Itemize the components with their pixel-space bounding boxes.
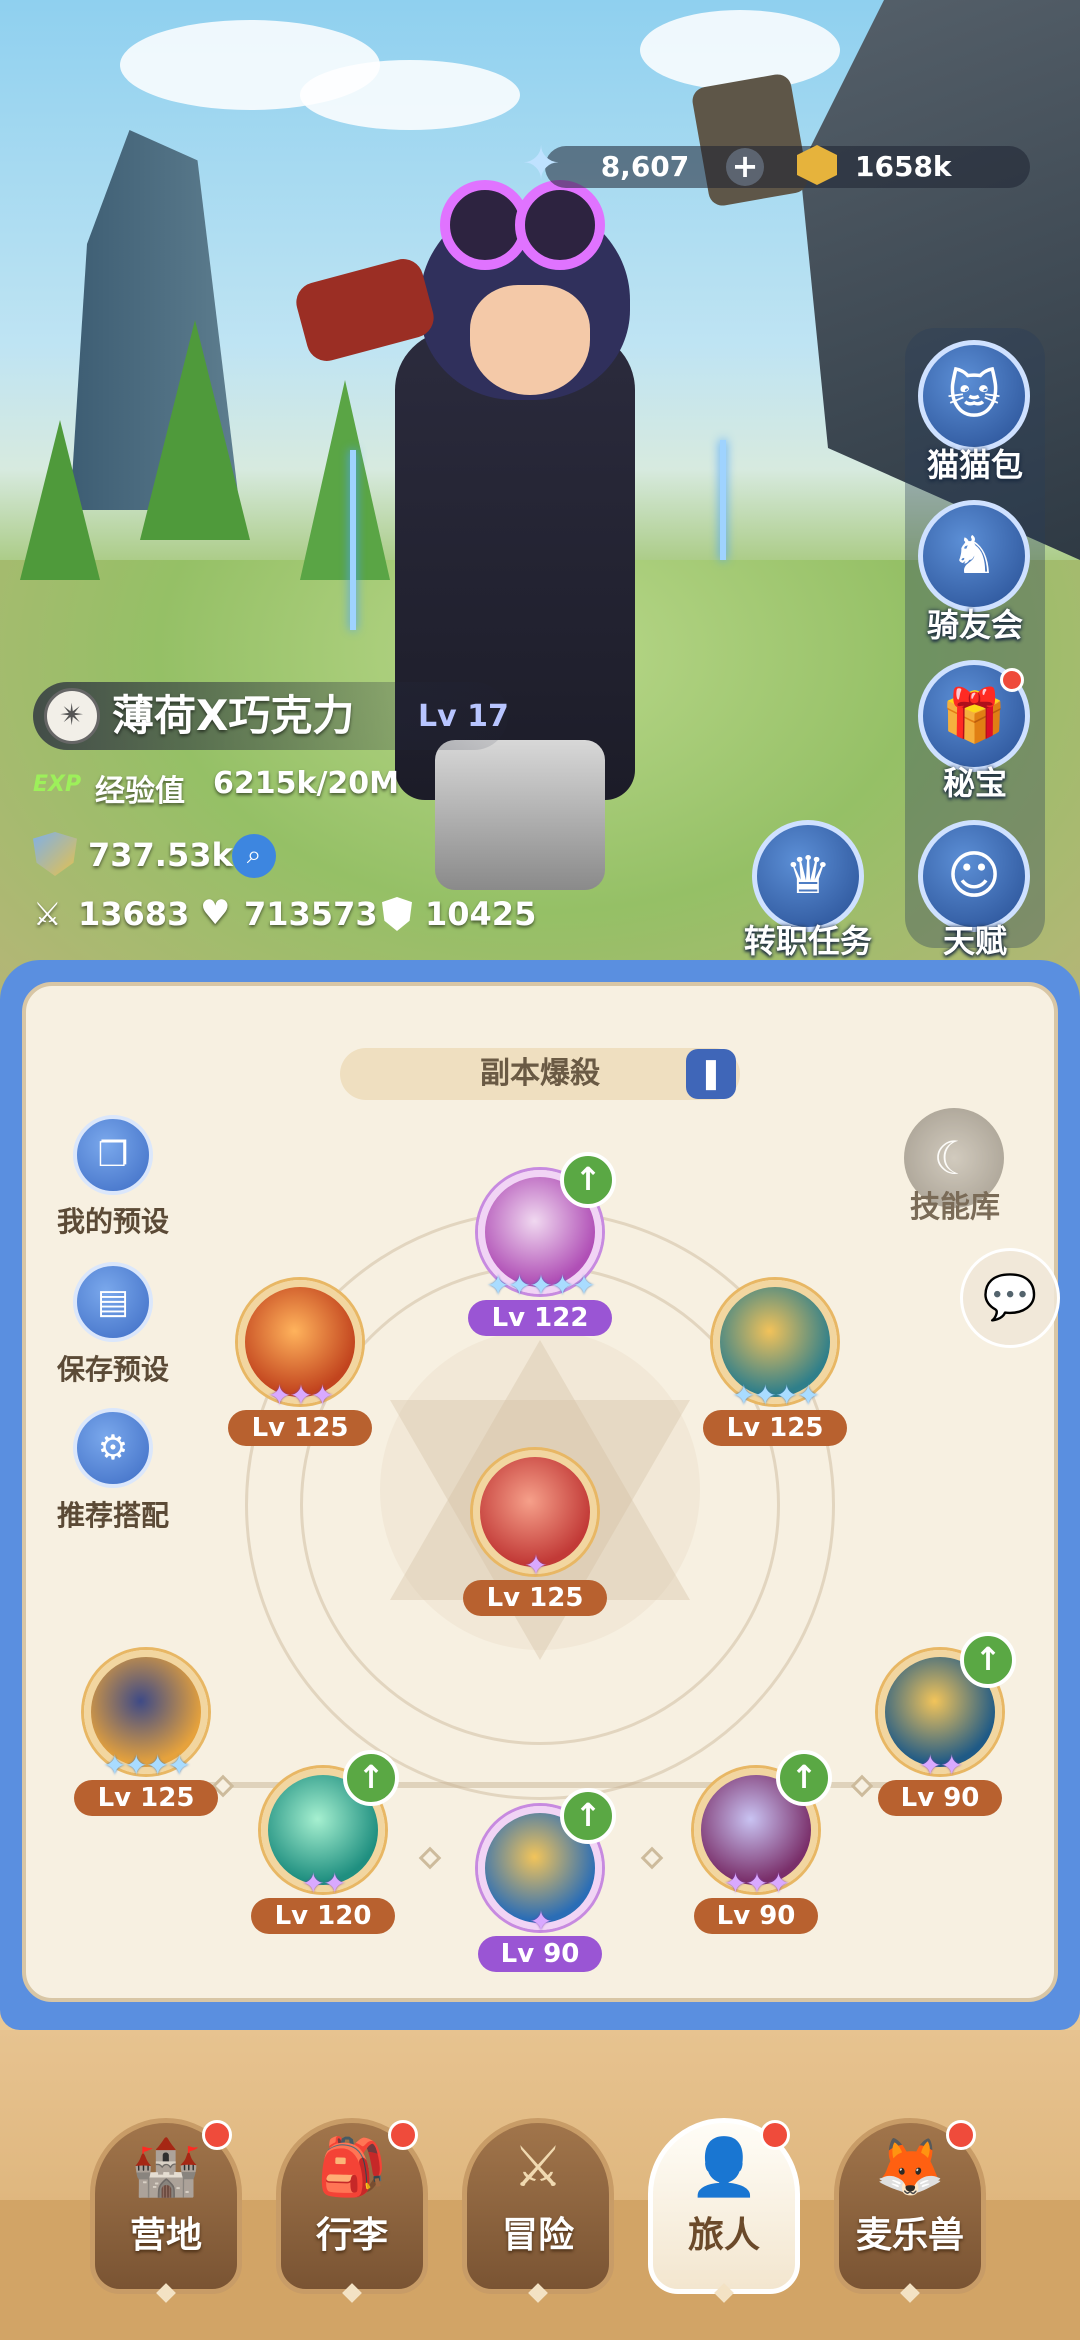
nav-label: 冒险 [501, 2215, 574, 2256]
nav-label: 麦乐兽 [855, 2215, 964, 2256]
nav-label: 行李 [315, 2215, 388, 2256]
notification-dot [760, 2120, 790, 2150]
nav-icon: 🎒 [317, 2135, 387, 2200]
nav-label: 旅人 [687, 2215, 760, 2256]
notification-dot [946, 2120, 976, 2150]
notification-dot [202, 2120, 232, 2150]
nav-icon: 👤 [689, 2135, 759, 2200]
nav-icon: 🦊 [875, 2135, 945, 2200]
nav-icon: 🏰 [131, 2135, 201, 2200]
nav-label: 营地 [129, 2215, 202, 2256]
bottom-nav: 🏰 营地 🎒 行李 ⚔ 冒险 👤 旅人 🦊 麦乐兽 [0, 0, 1080, 2340]
nav-icon: ⚔ [512, 2135, 564, 2200]
notification-dot [388, 2120, 418, 2150]
